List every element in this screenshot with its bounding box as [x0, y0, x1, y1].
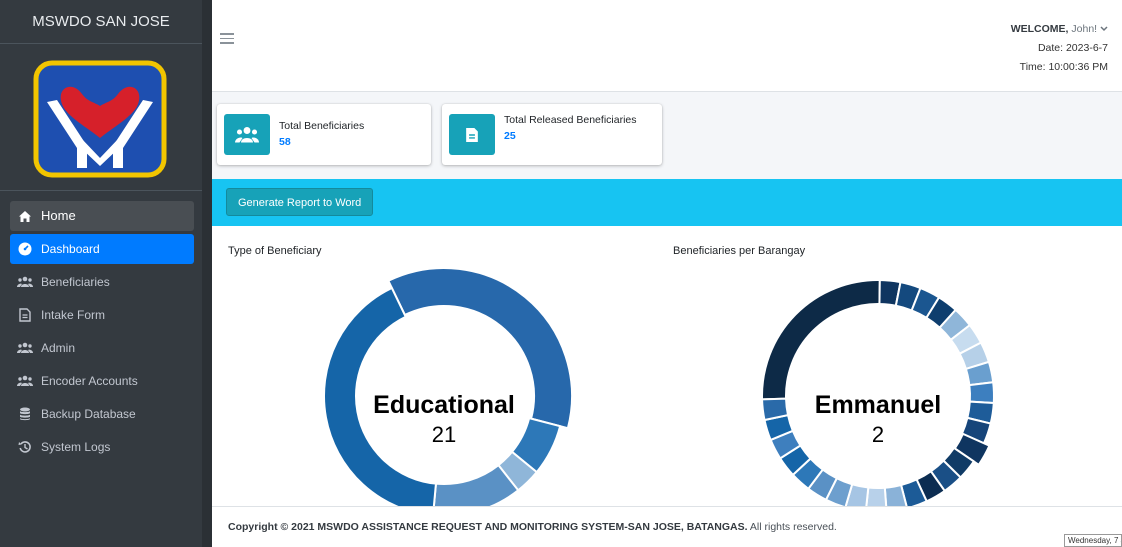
dswd-logo	[33, 60, 167, 178]
sidebar-item-label: Beneficiaries	[41, 275, 110, 289]
stat-text: Total Beneficiaries 58	[279, 120, 364, 148]
sidebar-item-home[interactable]: Home	[10, 201, 194, 231]
sidebar-item-label: Home	[41, 208, 76, 223]
current-date: Date: 2023-6-7	[1037, 42, 1108, 54]
sidebar-item-label: Encoder Accounts	[41, 374, 138, 388]
users-icon	[224, 114, 270, 155]
sidebar-item-encoder-accounts[interactable]: Encoder Accounts	[10, 366, 194, 396]
sidebar-item-label: Intake Form	[41, 308, 106, 322]
barangay-doughnut[interactable]: Emmanuel 2	[748, 256, 1008, 506]
chart-center-label: Educational	[373, 391, 515, 419]
chart-center-value: 21	[432, 422, 456, 447]
sidebar-item-intake-form[interactable]: Intake Form	[10, 300, 194, 330]
stat-text: Total Released Beneficiaries 25	[504, 114, 637, 142]
stat-total-released-beneficiaries: Total Released Beneficiaries 25	[442, 104, 662, 165]
doughnut-slice[interactable]	[761, 279, 881, 401]
charts-panel: Type of Beneficiary Beneficiaries per Ba…	[212, 226, 1122, 506]
footer: Copyright © 2021 MSWDO ASSISTANCE REQUES…	[212, 506, 1122, 547]
stat-value: 58	[279, 136, 291, 148]
sidebar-item-backup-database[interactable]: Backup Database	[10, 399, 194, 429]
user-dropdown[interactable]: WELCOME, John!	[1011, 20, 1108, 39]
rights-text: All rights reserved.	[749, 521, 837, 533]
chevron-down-icon	[1100, 23, 1108, 35]
sidebar-item-label: System Logs	[41, 440, 111, 454]
menu-toggle-icon[interactable]	[220, 33, 234, 47]
stat-value: 25	[504, 130, 516, 142]
top-navbar: WELCOME, John! Date: 2023-6-7 Time: 10:0…	[212, 0, 1122, 92]
beneficiary-type-doughnut[interactable]: Educational 21	[302, 256, 586, 506]
copyright-text: Copyright © 2021 MSWDO ASSISTANCE REQUES…	[228, 521, 748, 533]
users-icon	[17, 374, 33, 388]
user-name: John!	[1071, 23, 1098, 35]
sidebar-divider	[0, 190, 202, 191]
sidebar-item-dashboard[interactable]: Dashboard	[10, 234, 194, 264]
sidebar-item-system-logs[interactable]: System Logs	[10, 432, 194, 462]
users-icon	[17, 275, 33, 289]
doughnut-slice[interactable]	[968, 381, 995, 405]
user-info: WELCOME, John! Date: 2023-6-7 Time: 10:0…	[1011, 20, 1108, 77]
sidebar-item-label: Admin	[41, 341, 76, 355]
welcome-label: WELCOME,	[1010, 23, 1069, 35]
stat-label: Total Released Beneficiaries	[504, 114, 637, 126]
brand-title[interactable]: MSWDO SAN JOSE	[0, 0, 202, 44]
sidebar-item-label: Dashboard	[41, 242, 100, 256]
chart-center-value: 2	[872, 422, 884, 447]
sidebar: MSWDO SAN JOSE Home Dashboard Beneficiar…	[0, 0, 202, 547]
report-toolbar: Generate Report to Word	[212, 179, 1122, 226]
history-icon	[17, 440, 33, 454]
document-icon	[449, 114, 495, 155]
sidebar-edge	[202, 0, 212, 547]
doughnut-slice[interactable]	[761, 397, 790, 422]
chart-center-label: Emmanuel	[815, 391, 941, 419]
generate-report-button[interactable]: Generate Report to Word	[226, 188, 374, 216]
sidebar-item-beneficiaries[interactable]: Beneficiaries	[10, 267, 194, 297]
stat-total-beneficiaries: Total Beneficiaries 58	[217, 104, 431, 165]
sidebar-nav: Home Dashboard Beneficiaries Intake Form…	[10, 201, 194, 465]
database-icon	[17, 407, 33, 421]
taskbar-date-tooltip: Wednesday, 7 J	[1064, 534, 1122, 547]
home-icon	[17, 209, 33, 223]
stat-label: Total Beneficiaries	[279, 120, 365, 132]
users-icon	[17, 341, 33, 355]
sidebar-item-admin[interactable]: Admin	[10, 333, 194, 363]
form-icon	[17, 308, 33, 322]
current-time: Time: 10:00:36 PM	[1019, 61, 1108, 73]
dashboard-icon	[17, 242, 33, 256]
sidebar-item-label: Backup Database	[41, 407, 136, 421]
